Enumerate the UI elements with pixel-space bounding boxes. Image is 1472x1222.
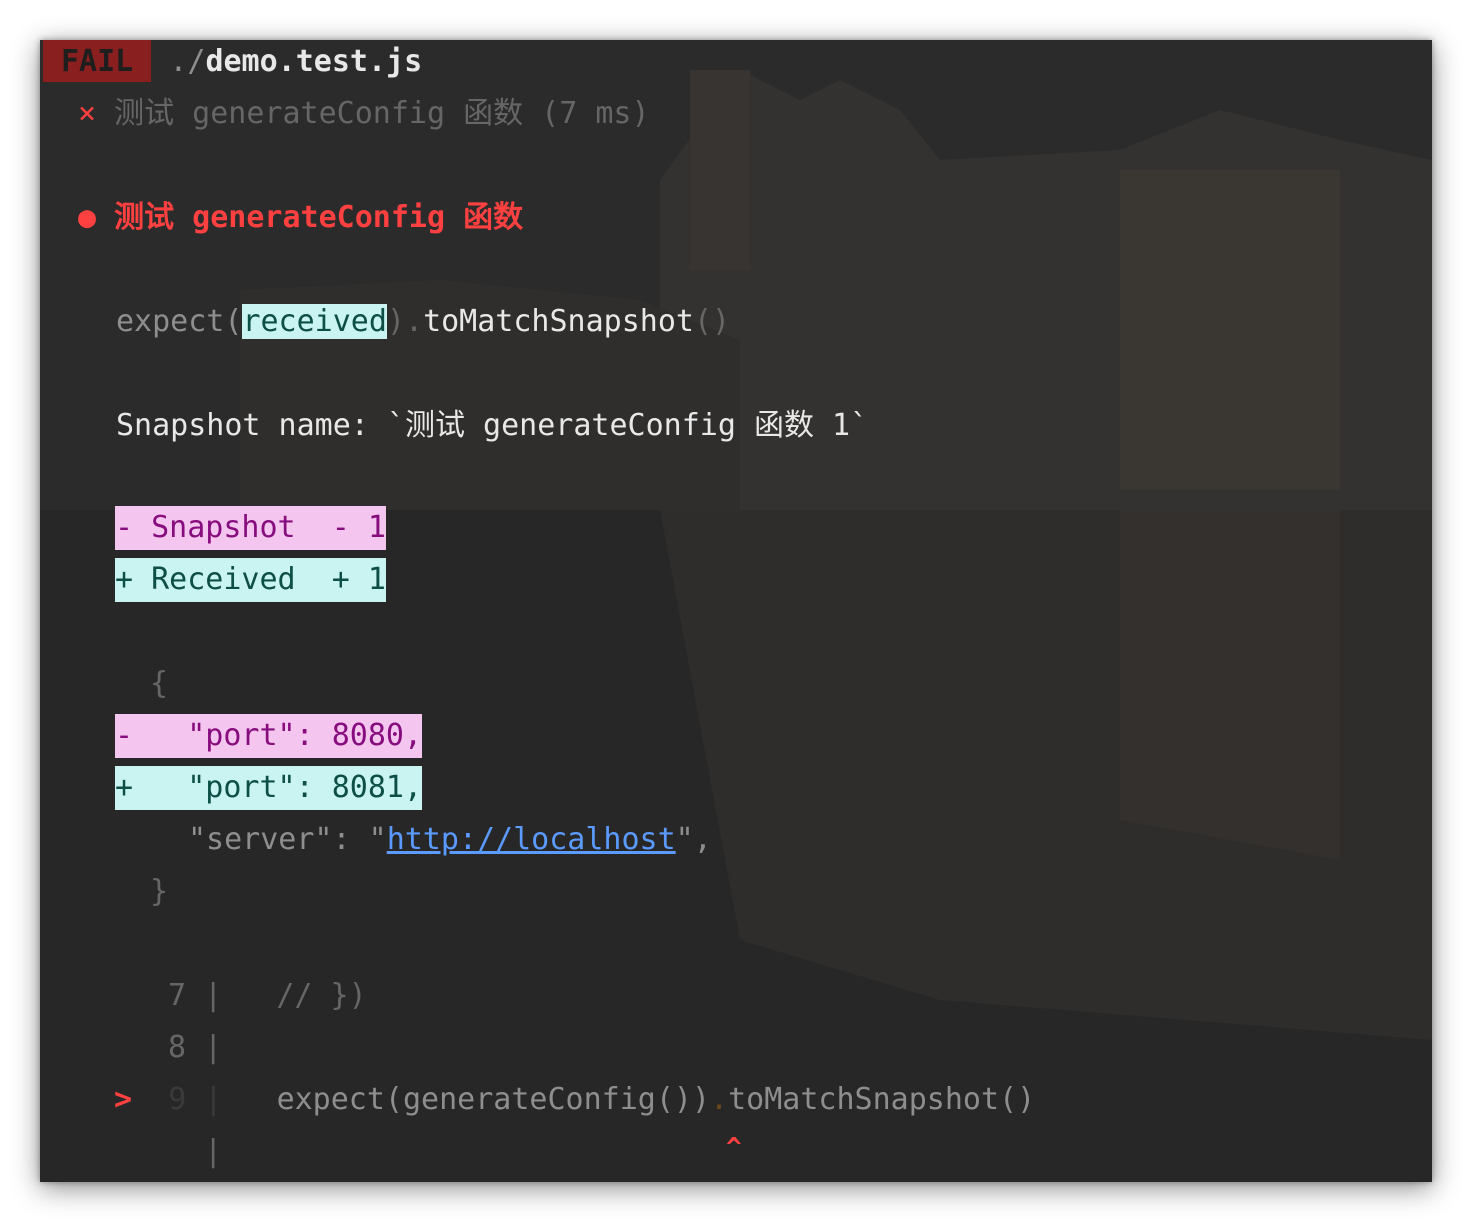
diff-server-key: "server": " (188, 822, 387, 857)
failure-bullet-icon: ● (78, 200, 97, 235)
line-number: 7 (168, 978, 187, 1013)
failure-heading: ● 测试 generateConfig 函数 (78, 196, 523, 240)
diff-removed-text: - "port": 8080, (115, 714, 423, 758)
path-prefix: ./ (169, 44, 206, 79)
diff-close-brace: } (150, 874, 169, 909)
diff-legend-received: + Received + 1 (115, 558, 386, 602)
terminal-window: FAIL ./demo.test.js × 测试 generateConfig … (40, 40, 1432, 1182)
snapshot-name-value: `测试 generateConfig 函数 1` (386, 408, 869, 443)
matcher-expect: expect( (116, 304, 243, 339)
test-file-header: FAIL ./demo.test.js (43, 40, 422, 84)
diff-removed-line: - "port": 8080, (115, 714, 423, 758)
gutter-separator: | (204, 1134, 223, 1169)
snapshot-name: Snapshot name: `测试 generateConfig 函数 1` (116, 404, 868, 448)
fail-x-icon: × (78, 96, 97, 131)
matcher-dot: ). (386, 304, 424, 339)
code-text-expect: expect(generateConfig()) (276, 1082, 711, 1117)
failure-title: 测试 generateConfig 函数 (114, 200, 524, 235)
matcher-hint: expect(received).toMatchSnapshot() (116, 300, 730, 344)
matcher-parens: () (694, 304, 731, 339)
code-frame-line-7: 7 | // }) (168, 974, 367, 1018)
diff-open-brace: { (150, 666, 169, 701)
diff-legend-snapshot: - Snapshot - 1 (115, 506, 386, 550)
diff-legend-received-text: + Received + 1 (115, 558, 386, 602)
diff-legend-snapshot-text: - Snapshot - 1 (115, 506, 386, 550)
gutter-separator: | (204, 1030, 223, 1065)
fail-badge: FAIL (43, 40, 152, 82)
code-text-method: toMatchSnapshot() (728, 1082, 1036, 1117)
caret-icon: ^ (726, 1133, 742, 1163)
diff-server-line: "server": "http://localhost", (188, 818, 712, 862)
code-text-dot: . (710, 1082, 729, 1117)
gutter-separator: | (204, 1082, 223, 1117)
line-number: 9 (168, 1082, 187, 1117)
localhost-link[interactable]: http://localhost (387, 822, 676, 857)
test-file-name: demo.test.js (205, 44, 423, 79)
matcher-method: toMatchSnapshot (423, 304, 694, 339)
code-frame-caret-line: | (168, 1130, 222, 1174)
test-case-summary: 测试 generateConfig 函数 (7 ms) (114, 96, 650, 131)
code-frame-line-9: > 9 | expect(generateConfig()).toMatchSn… (114, 1078, 1035, 1122)
test-case-result: × 测试 generateConfig 函数 (7 ms) (78, 92, 650, 136)
line-number: 8 (168, 1030, 187, 1065)
gutter-separator: | (204, 978, 223, 1013)
error-pointer-icon: > (114, 1082, 133, 1117)
code-text: // }) (276, 978, 367, 1013)
diff-server-end: ", (675, 822, 712, 857)
diff-added-line: + "port": 8081, (115, 766, 423, 810)
diff-added-text: + "port": 8081, (115, 766, 423, 810)
matcher-received: received (242, 304, 387, 339)
snapshot-name-label: Snapshot name: (116, 408, 387, 443)
terminal-output: FAIL ./demo.test.js × 测试 generateConfig … (40, 40, 1432, 1182)
code-frame-line-8: 8 | (168, 1026, 222, 1070)
